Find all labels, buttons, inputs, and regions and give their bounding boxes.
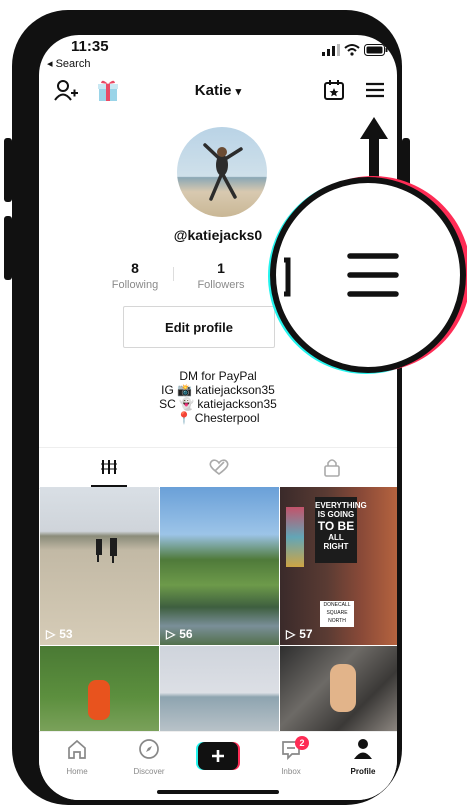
nav-inbox-label: Inbox xyxy=(281,767,301,776)
create-button[interactable] xyxy=(188,742,248,775)
home-icon xyxy=(68,739,86,759)
play-icon: ▷ xyxy=(286,627,296,641)
phone-side-button xyxy=(4,216,12,280)
street-sign: DONECALL SQUARE NORTH xyxy=(320,601,354,627)
back-to-search-link[interactable]: ◂ Search xyxy=(47,57,90,70)
video-thumbnail[interactable] xyxy=(40,646,159,731)
mural-sign: EVERYTHING IS GOING TO BE ALL RIGHT xyxy=(315,497,367,563)
nav-home-label: Home xyxy=(66,767,88,776)
status-time: 11:35 xyxy=(71,38,109,55)
followers-count[interactable]: 1 xyxy=(176,260,266,276)
sign-text: IS GOING xyxy=(317,510,355,519)
phone-frame: 11:35 ◂ Search Katie ▾ @katiejacks0 8 Fo… xyxy=(4,10,410,805)
person-graffiti-wall xyxy=(330,664,356,712)
tab-videos-grid-icon[interactable] xyxy=(100,459,118,475)
compass-icon xyxy=(139,739,159,759)
avatar[interactable] xyxy=(177,127,267,217)
sign-text: TO BE xyxy=(317,519,355,533)
bio-line: SC 👻 katiejackson35 xyxy=(159,397,277,411)
play-icon: ▷ xyxy=(46,627,56,641)
play-count-value: 57 xyxy=(299,627,313,641)
home-indicator xyxy=(157,790,279,794)
followers-label[interactable]: Followers xyxy=(176,279,266,291)
play-count: ▷ 57 xyxy=(286,627,313,641)
bio-line: 📍 Chesterpool xyxy=(176,411,260,425)
edit-profile-button[interactable]: Edit profile xyxy=(123,306,275,348)
signal-icon xyxy=(322,44,340,56)
tab-private-lock-icon[interactable] xyxy=(323,457,341,477)
video-thumbnail[interactable]: EVERYTHING IS GOING TO BE ALL RIGHT DONE… xyxy=(280,487,397,645)
nav-profile-label: Profile xyxy=(350,767,376,776)
account-name: Katie xyxy=(194,82,232,99)
play-count-value: 56 xyxy=(179,627,193,641)
creator-tools-icon[interactable] xyxy=(323,79,345,101)
sign-text: EVERYTHING xyxy=(315,501,367,510)
phone-side-button xyxy=(4,138,12,202)
content-tabs xyxy=(39,447,397,489)
bio-line: IG 📸 katiejackson35 xyxy=(161,383,275,397)
wifi-icon xyxy=(344,44,360,56)
beach-walkers-image xyxy=(96,538,117,563)
video-thumbnail[interactable]: ▷ 53 xyxy=(40,487,159,645)
play-count: ▷ 56 xyxy=(166,627,193,641)
following-count[interactable]: 8 xyxy=(90,260,180,276)
person-orange-jacket xyxy=(88,680,110,720)
inbox-badge: 2 xyxy=(295,736,309,750)
screen: 11:35 ◂ Search Katie ▾ @katiejacks0 8 Fo… xyxy=(39,35,397,800)
stat-divider xyxy=(173,267,174,281)
play-count-value: 53 xyxy=(59,627,73,641)
nav-home[interactable]: Home xyxy=(47,738,107,776)
battery-icon xyxy=(364,44,388,56)
nav-discover-label: Discover xyxy=(133,767,165,776)
play-count: ▷ 53 xyxy=(46,627,73,641)
video-thumbnail[interactable]: ▷ 56 xyxy=(160,487,279,645)
street-sign-text: SQUARE xyxy=(326,610,348,616)
tab-liked-icon[interactable] xyxy=(208,458,230,476)
magnified-menu-icon-callout xyxy=(268,176,467,374)
video-thumbnail[interactable] xyxy=(160,646,279,731)
plus-icon xyxy=(196,742,240,770)
play-icon: ▷ xyxy=(166,627,176,641)
neon-lights xyxy=(286,507,304,567)
street-sign-text: NORTH xyxy=(328,618,346,624)
video-thumbnail[interactable] xyxy=(280,646,397,731)
profile-person-icon xyxy=(354,739,372,759)
chevron-down-icon: ▾ xyxy=(235,86,242,98)
nav-inbox[interactable]: 2 Inbox xyxy=(261,736,321,776)
menu-icon[interactable] xyxy=(365,82,385,98)
nav-discover[interactable]: Discover xyxy=(119,738,179,776)
sign-text: ALL RIGHT xyxy=(323,533,349,551)
nav-profile[interactable]: Profile xyxy=(333,738,393,776)
following-label[interactable]: Following xyxy=(90,279,180,291)
street-sign-text: DONECALL xyxy=(323,602,351,608)
